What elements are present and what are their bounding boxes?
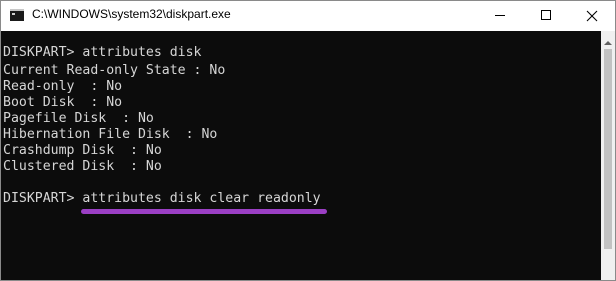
console-line: Clustered Disk : No [3,159,162,174]
close-button[interactable] [569,1,615,31]
minimize-button[interactable] [477,1,523,31]
maximize-icon [541,10,551,20]
console-line: DISKPART> attributes disk [3,45,202,60]
console-line: DISKPART> attributes disk clear readonly [3,191,321,206]
console-window: C:\WINDOWS\system32\diskpart.exe DISKPAR… [0,0,616,281]
title-bar[interactable]: C:\WINDOWS\system32\diskpart.exe [1,1,615,31]
window-title: C:\WINDOWS\system32\diskpart.exe [32,7,231,21]
scroll-up-arrow-icon[interactable] [604,41,612,45]
console-line: Hibernation File Disk : No [3,127,218,142]
console-line: Current Read-only State : No [3,63,226,78]
minimize-icon [495,15,505,16]
scrollbar-thumb[interactable] [604,49,612,249]
vertical-scrollbar[interactable] [601,31,615,280]
close-icon [586,10,598,22]
console-line: Read-only : No [3,79,123,94]
console-output[interactable]: DISKPART> attributes disk Current Read-o… [1,31,601,280]
console-icon [10,9,24,21]
maximize-button[interactable] [523,1,569,31]
console-line: Boot Disk : No [3,95,123,110]
console-line: Crashdump Disk : No [3,143,162,158]
command-highlight-underline [81,209,327,214]
console-line: Pagefile Disk : No [3,111,154,126]
